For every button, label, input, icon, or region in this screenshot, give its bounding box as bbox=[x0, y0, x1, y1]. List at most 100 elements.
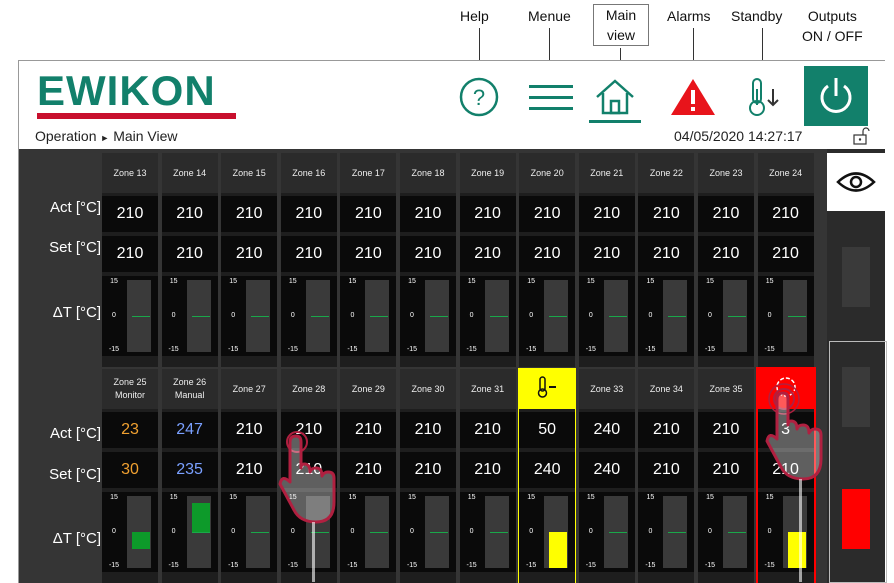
standby-button[interactable] bbox=[737, 71, 789, 123]
zone-set-temp[interactable]: 210 bbox=[400, 236, 456, 272]
zone-column[interactable]: Zone 20 210 210 15 0 -15 bbox=[519, 153, 576, 367]
alarm-button[interactable] bbox=[667, 71, 719, 123]
zone-actual-temp[interactable]: 247 bbox=[161, 412, 218, 448]
zone-header[interactable]: Zone 15 bbox=[221, 153, 278, 193]
zone-set-temp[interactable]: 210 bbox=[638, 452, 695, 488]
zone-actual-temp[interactable]: 210 bbox=[340, 196, 397, 232]
zone-header[interactable]: Zone 22 bbox=[638, 153, 695, 193]
zone-column[interactable]: Zone 23 210 210 15 0 -15 bbox=[698, 153, 754, 367]
zone-set-temp[interactable]: 210 bbox=[340, 452, 397, 488]
zone-column[interactable]: Zone 17 210 210 15 0 -15 bbox=[340, 153, 397, 367]
zone-set-temp[interactable]: 210 bbox=[698, 236, 754, 272]
zone-column[interactable]: 50 240 15 0 -15 bbox=[518, 368, 577, 583]
zone-set-temp[interactable]: 210 bbox=[519, 236, 576, 272]
zone-set-temp[interactable]: 210 bbox=[280, 236, 337, 272]
zone-column[interactable]: Zone 27 210 210 15 0 -15 bbox=[221, 369, 278, 583]
view-button[interactable] bbox=[827, 153, 885, 211]
zone-set-temp[interactable]: 210 bbox=[578, 236, 635, 272]
lock-icon[interactable] bbox=[851, 127, 871, 150]
zone-actual-temp[interactable]: 210 bbox=[698, 412, 754, 448]
zone-actual-temp[interactable]: 210 bbox=[161, 196, 218, 232]
zone-set-temp[interactable]: 210 bbox=[400, 452, 456, 488]
zone-header[interactable]: Zone 23 bbox=[698, 153, 754, 193]
zone-column[interactable]: Zone 22 210 210 15 0 -15 bbox=[638, 153, 695, 367]
zone-header[interactable]: Zone 14 bbox=[161, 153, 218, 193]
breadcrumb-section[interactable]: Operation bbox=[35, 128, 96, 144]
zone-set-temp[interactable]: 210 bbox=[698, 452, 754, 488]
zone-set-temp[interactable]: 210 bbox=[638, 236, 695, 272]
zone-actual-temp[interactable]: 210 bbox=[280, 196, 337, 232]
zone-column[interactable]: Zone 13 210 210 15 0 -15 bbox=[102, 153, 158, 367]
help-button[interactable]: ? bbox=[453, 71, 505, 123]
zone-column[interactable]: Zone 21 210 210 15 0 -15 bbox=[578, 153, 635, 367]
zone-actual-temp[interactable]: 210 bbox=[638, 412, 695, 448]
zone-actual-temp[interactable]: 210 bbox=[221, 196, 278, 232]
zone-column[interactable]: Zone 26 Manual 247 235 15 0 -15 bbox=[161, 369, 218, 583]
zone-actual-temp[interactable]: 210 bbox=[519, 196, 576, 232]
zone-column[interactable]: Zone 25 Monitor 23 30 15 0 -15 bbox=[102, 369, 158, 583]
zone-header[interactable]: Zone 28 bbox=[280, 369, 337, 409]
zone-actual-temp[interactable]: 240 bbox=[578, 412, 635, 448]
zone-header[interactable]: Zone 17 bbox=[340, 153, 397, 193]
zone-column[interactable]: Zone 33 240 240 15 0 -15 bbox=[578, 369, 635, 583]
zone-column[interactable]: Zone 34 210 210 15 0 -15 bbox=[638, 369, 695, 583]
zone-actual-temp[interactable]: 210 bbox=[400, 196, 456, 232]
zone-header[interactable]: Zone 30 bbox=[400, 369, 456, 409]
zone-header[interactable]: Zone 16 bbox=[280, 153, 337, 193]
zone-set-temp[interactable]: 240 bbox=[519, 452, 576, 488]
zone-actual-temp[interactable]: 210 bbox=[698, 196, 754, 232]
menu-button[interactable] bbox=[525, 71, 577, 123]
zone-set-temp[interactable]: 210 bbox=[102, 236, 158, 272]
zone-actual-temp[interactable]: 210 bbox=[459, 196, 516, 232]
zone-column[interactable]: Zone 30 210 210 15 0 -15 bbox=[400, 369, 456, 583]
home-button[interactable] bbox=[589, 71, 641, 123]
zone-actual-temp[interactable]: 210 bbox=[459, 412, 516, 448]
zone-header[interactable]: Zone 35 bbox=[698, 369, 754, 409]
zone-header[interactable]: Zone 26 Manual bbox=[161, 369, 218, 409]
zone-set-temp[interactable]: 210 bbox=[340, 236, 397, 272]
zone-header[interactable]: Zone 20 bbox=[519, 153, 576, 193]
zone-header[interactable]: Zone 34 bbox=[638, 369, 695, 409]
zone-set-temp[interactable]: 210 bbox=[221, 452, 278, 488]
zone-actual-temp[interactable]: 210 bbox=[638, 196, 695, 232]
zone-header[interactable]: Zone 25 Monitor bbox=[102, 369, 158, 409]
zone-column[interactable]: Zone 19 210 210 15 0 -15 bbox=[459, 153, 516, 367]
sidebar-slot-2[interactable] bbox=[842, 367, 870, 427]
zone-set-temp[interactable]: 210 bbox=[459, 452, 516, 488]
zone-actual-temp[interactable]: 210 bbox=[221, 412, 278, 448]
zone-header[interactable]: Zone 31 bbox=[459, 369, 516, 409]
zone-actual-temp[interactable]: 50 bbox=[519, 412, 576, 448]
zone-header[interactable]: Zone 33 bbox=[578, 369, 635, 409]
zone-column[interactable]: Zone 18 210 210 15 0 -15 bbox=[400, 153, 456, 367]
zone-column[interactable]: Zone 29 210 210 15 0 -15 bbox=[340, 369, 397, 583]
zone-header[interactable]: Zone 21 bbox=[578, 153, 635, 193]
zone-header[interactable]: Zone 13 bbox=[102, 153, 158, 193]
zone-actual-temp[interactable]: 23 bbox=[102, 412, 158, 448]
zone-actual-temp[interactable]: 210 bbox=[578, 196, 635, 232]
zone-column[interactable]: Zone 15 210 210 15 0 -15 bbox=[221, 153, 278, 367]
zone-header[interactable]: Zone 18 bbox=[400, 153, 456, 193]
zone-set-temp[interactable]: 210 bbox=[757, 236, 814, 272]
zone-column[interactable]: Zone 14 210 210 15 0 -15 bbox=[161, 153, 218, 367]
zone-set-temp[interactable]: 235 bbox=[161, 452, 218, 488]
sidebar-slot-1[interactable] bbox=[842, 247, 870, 307]
zone-header[interactable] bbox=[519, 369, 576, 409]
zone-header[interactable]: Zone 19 bbox=[459, 153, 516, 193]
red-status-indicator[interactable] bbox=[842, 489, 870, 549]
zone-header[interactable]: Zone 24 bbox=[757, 153, 814, 193]
zone-header[interactable]: Zone 27 bbox=[221, 369, 278, 409]
zone-set-temp[interactable]: 30 bbox=[102, 452, 158, 488]
zone-column[interactable]: Zone 16 210 210 15 0 -15 bbox=[280, 153, 337, 367]
zone-column[interactable]: Zone 31 210 210 15 0 -15 bbox=[459, 369, 516, 583]
zone-set-temp[interactable]: 210 bbox=[459, 236, 516, 272]
zone-set-temp[interactable]: 210 bbox=[221, 236, 278, 272]
zone-actual-temp[interactable]: 210 bbox=[400, 412, 456, 448]
zone-header[interactable]: Zone 29 bbox=[340, 369, 397, 409]
zone-actual-temp[interactable]: 210 bbox=[757, 196, 814, 232]
zone-column[interactable]: Zone 35 210 210 15 0 -15 bbox=[698, 369, 754, 583]
zone-actual-temp[interactable]: 210 bbox=[340, 412, 397, 448]
zone-column[interactable]: Zone 24 210 210 15 0 -15 bbox=[757, 153, 814, 367]
zone-set-temp[interactable]: 240 bbox=[578, 452, 635, 488]
outputs-power-button[interactable] bbox=[804, 66, 868, 126]
zone-actual-temp[interactable]: 210 bbox=[102, 196, 158, 232]
